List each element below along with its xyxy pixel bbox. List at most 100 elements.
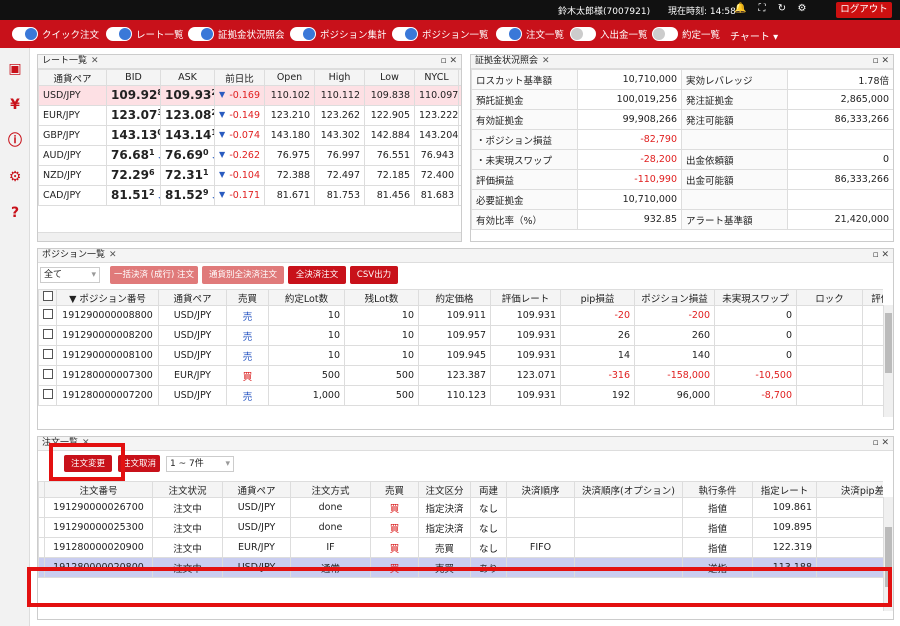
toggle-rate-list[interactable]: レート一覧 xyxy=(106,26,184,42)
bulk-market-close-button[interactable]: 一括決済 (成行) 注文 xyxy=(110,266,198,284)
position-header-cell[interactable]: 評価レート xyxy=(490,289,561,306)
close-icon[interactable]: ✕ xyxy=(91,56,99,66)
position-header-cell[interactable]: 売買 xyxy=(226,289,269,306)
logout-button[interactable]: ログアウト xyxy=(836,2,892,18)
position-header-cell[interactable]: 約定価格 xyxy=(418,289,491,306)
help-icon[interactable]: ? xyxy=(6,204,24,222)
toggle-switch[interactable] xyxy=(652,27,678,41)
window-controls[interactable]: ▫ ✕ xyxy=(872,55,889,68)
close-icon[interactable]: ✕ xyxy=(542,56,550,66)
order-header-cell[interactable]: 決済pip差 xyxy=(816,481,883,498)
row-checkbox-cell[interactable] xyxy=(38,305,57,326)
row-checkbox-cell[interactable] xyxy=(38,385,57,406)
position-header-cell[interactable]: ロック xyxy=(796,289,863,306)
position-row[interactable]: 191290000008200 USD/JPY 売 10 10 109.957 109.93… xyxy=(38,325,883,346)
gear-icon[interactable]: ⚙ xyxy=(6,168,24,186)
ask-price[interactable]: 143.141⬇ xyxy=(160,125,215,146)
order-header-cell[interactable]: 注文状況 xyxy=(152,481,223,498)
close-icon[interactable]: ✕ xyxy=(109,250,117,260)
rate-header-cell[interactable]: High xyxy=(314,69,365,86)
rate-header-cell[interactable]: 通貨ペア xyxy=(38,69,107,86)
vertical-scrollbar[interactable] xyxy=(883,305,893,417)
rate-row[interactable]: GBP/JPY143.130143.141⬇▼-0.074143.180143.… xyxy=(38,125,461,146)
order-header-cell[interactable]: 両建 xyxy=(470,481,507,498)
ask-price[interactable]: 81.529⬇ xyxy=(160,185,215,206)
horizontal-scrollbar[interactable] xyxy=(38,232,461,241)
position-header-cell[interactable]: ポジション損益 xyxy=(634,289,715,306)
window-controls[interactable]: ▫ ✕ xyxy=(872,437,889,450)
position-row[interactable]: 191290000008100 USD/JPY 売 10 10 109.945 109.93… xyxy=(38,345,883,366)
select-all-checkbox[interactable] xyxy=(43,291,53,301)
position-header-cell[interactable]: 通貨ペア xyxy=(158,289,227,306)
order-header-cell[interactable]: 売買 xyxy=(370,481,419,498)
order-header-cell[interactable]: 決済順序(オプション) xyxy=(574,481,683,498)
toggle-execution-list[interactable]: 約定一覧 xyxy=(652,26,720,42)
bid-price[interactable]: 109.928⬇ xyxy=(106,85,161,106)
rate-header-cell[interactable]: 前日比 xyxy=(214,69,265,86)
position-header-cell[interactable]: pip損益 xyxy=(560,289,635,306)
row-checkbox[interactable] xyxy=(43,369,53,379)
row-checkbox-cell[interactable] xyxy=(38,325,57,346)
rate-header-cell[interactable]: Low xyxy=(364,69,415,86)
close-by-currency-button[interactable]: 通貨別全決済注文 xyxy=(202,266,284,284)
position-row[interactable]: 191280000007300 EUR/JPY 買 500 500 123.387 123.… xyxy=(38,365,883,386)
bell-icon[interactable]: 🔔 xyxy=(734,3,746,15)
close-all-button[interactable]: 全決済注文 xyxy=(288,266,346,284)
row-checkbox[interactable] xyxy=(43,329,53,339)
toggle-switch[interactable] xyxy=(570,27,596,41)
toggle-order-list[interactable]: 注文一覧 xyxy=(496,26,564,42)
position-filter-select[interactable]: 全て xyxy=(40,267,100,283)
ask-price[interactable]: 109.932⬇ xyxy=(160,85,215,106)
order-header-cell[interactable]: 指定レート xyxy=(752,481,817,498)
rate-row[interactable]: CAD/JPY81.512⬇81.529⬇▼-0.17181.67181.753… xyxy=(38,185,461,206)
position-row[interactable]: 191280000007200 USD/JPY 売 1,000 500 110.123 10… xyxy=(38,385,883,406)
row-checkbox-cell[interactable] xyxy=(38,365,57,386)
bid-price[interactable]: 72.296 xyxy=(106,165,161,186)
order-row[interactable]: 191290000025300 注文中 USD/JPY done 買指定決済 なし 指値 10… xyxy=(38,517,883,538)
fullscreen-icon[interactable]: ⛶ xyxy=(756,3,768,15)
position-header-cell[interactable]: 残Lot数 xyxy=(344,289,419,306)
bid-price[interactable]: 81.512⬇ xyxy=(106,185,161,206)
order-row[interactable]: 191280000020900 注文中 EUR/JPY IF 買売買 なし FIFO 指値 12… xyxy=(38,537,883,558)
toggle-switch[interactable] xyxy=(290,27,316,41)
bid-price[interactable]: 143.130 xyxy=(106,125,161,146)
position-header-cell[interactable]: 未実現スワップ xyxy=(714,289,797,306)
rate-row[interactable]: NZD/JPY 72.296 72.311 ▼ -0.104 72.388 72.497 72… xyxy=(38,165,461,186)
position-header-cell[interactable]: ▼ ポジション番号 xyxy=(56,289,159,306)
position-header-cell[interactable]: 約定Lot数 xyxy=(268,289,345,306)
row-checkbox[interactable] xyxy=(43,349,53,359)
window-controls[interactable]: ▫ ✕ xyxy=(440,55,457,68)
toggle-quick-order[interactable]: クイック注文 xyxy=(12,26,99,42)
order-range-select[interactable]: 1 ~ 7件 xyxy=(166,456,234,472)
toggle-position-summary[interactable]: ポジション集計 xyxy=(290,26,387,42)
rate-header-cell[interactable]: ASK xyxy=(160,69,215,86)
toggle-switch[interactable] xyxy=(392,27,418,41)
order-header-cell[interactable]: 注文方式 xyxy=(290,481,371,498)
info-icon[interactable]: ⓘ xyxy=(6,132,24,150)
order-header-cell[interactable]: 通貨ペア xyxy=(222,481,291,498)
bid-price[interactable]: 76.681⬇ xyxy=(106,145,161,166)
bid-price[interactable]: 123.073⬆ xyxy=(106,105,161,126)
toggle-position-list[interactable]: ポジション一覧 xyxy=(392,26,489,42)
window-controls[interactable]: ▫ ✕ xyxy=(872,249,889,262)
ask-price[interactable]: 76.690⬇ xyxy=(160,145,215,166)
row-checkbox[interactable] xyxy=(43,309,53,319)
toggle-switch[interactable] xyxy=(188,27,214,41)
position-header-cell[interactable]: 評価損 xyxy=(862,289,883,306)
order-header-cell[interactable]: 執行条件 xyxy=(682,481,753,498)
toggle-switch[interactable] xyxy=(12,27,38,41)
select-all-checkbox-cell[interactable] xyxy=(38,289,57,306)
chart-menu[interactable]: チャート ▾ xyxy=(730,28,778,43)
order-row[interactable]: 191290000026700 注文中 USD/JPY done 買指定決済 なし 指値 10… xyxy=(38,497,883,518)
rate-header-cell[interactable]: Open xyxy=(264,69,315,86)
row-checkbox-cell[interactable] xyxy=(38,345,57,366)
rate-header-cell[interactable]: NYCL xyxy=(414,69,459,86)
save-icon[interactable]: ▣ xyxy=(6,60,24,78)
rate-row[interactable]: EUR/JPY123.073⬆123.082⬆▼-0.149123.210123… xyxy=(38,105,461,126)
toggle-switch[interactable] xyxy=(496,27,522,41)
toggle-switch[interactable] xyxy=(106,27,132,41)
toggle-deposit-list[interactable]: 入出金一覧 xyxy=(570,26,648,42)
gear-icon[interactable]: ⚙ xyxy=(796,3,808,15)
refresh-icon[interactable]: ↻ xyxy=(776,3,788,15)
rate-header-cell[interactable]: BID xyxy=(106,69,161,86)
